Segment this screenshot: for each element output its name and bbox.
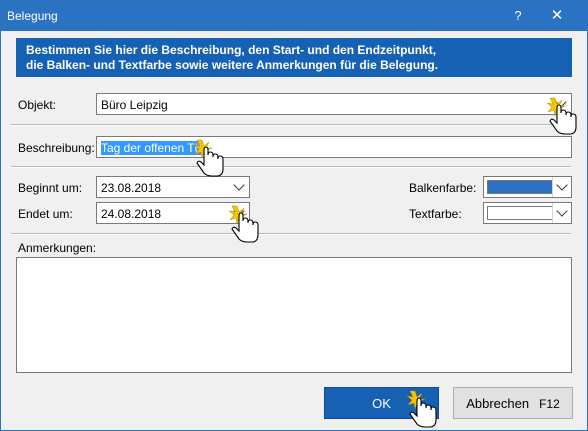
divider	[11, 166, 571, 168]
chevron-down-icon[interactable]	[233, 179, 245, 191]
window-title: Belegung	[7, 9, 58, 23]
objekt-label: Objekt:	[18, 98, 57, 112]
textfarbe-picker[interactable]	[483, 202, 572, 224]
help-button[interactable]: ?	[502, 1, 534, 31]
chevron-down-icon[interactable]	[556, 205, 568, 217]
beschreibung-label: Beschreibung:	[18, 141, 95, 155]
textfarbe-dropdown[interactable]	[552, 203, 571, 223]
banner-line-2: die Balken- und Textfarbe sowie weitere …	[26, 58, 439, 72]
cancel-button[interactable]: Abbrechen F12	[453, 387, 573, 419]
chevron-down-icon[interactable]	[556, 179, 568, 191]
divider	[11, 124, 571, 126]
anmerkungen-textarea[interactable]	[16, 257, 572, 373]
balkenfarbe-picker[interactable]	[483, 176, 572, 198]
anmerkungen-label: Anmerkungen:	[18, 241, 97, 255]
endet-date-picker[interactable]: 24.08.2018	[96, 202, 250, 224]
belegung-dialog: Belegung ? ✕ Bestimmen Sie hier die Besc…	[0, 0, 588, 431]
beschreibung-value: Tag der offenen Tü	[101, 141, 202, 155]
hand-pointer-click-icon	[547, 97, 577, 135]
hand-pointer-click-icon	[407, 390, 437, 428]
beginnt-value: 23.08.2018	[101, 181, 162, 195]
divider	[11, 233, 571, 235]
objekt-value: Büro Leipzig	[101, 98, 168, 112]
balkenfarbe-dropdown[interactable]	[552, 177, 571, 197]
endet-value: 24.08.2018	[101, 207, 162, 221]
banner-line-1: Bestimmen Sie hier die Beschreibung, den…	[26, 43, 437, 57]
title-bar: Belegung ? ✕	[1, 1, 587, 31]
textfarbe-label: Textfarbe:	[409, 207, 462, 221]
cancel-label: Abbrechen	[466, 396, 530, 411]
objekt-combobox[interactable]: Büro Leipzig	[96, 93, 572, 115]
balkenfarbe-label: Balkenfarbe:	[409, 181, 477, 195]
info-banner: Bestimmen Sie hier die Beschreibung, den…	[16, 38, 572, 77]
beginnt-label: Beginnt um:	[18, 181, 83, 195]
balkenfarbe-swatch	[487, 180, 553, 194]
endet-label: Endet um:	[18, 207, 73, 221]
cancel-shortcut: F12	[539, 397, 560, 411]
close-button[interactable]: ✕	[541, 1, 573, 31]
textfarbe-swatch	[487, 206, 553, 220]
hand-pointer-click-icon	[229, 205, 259, 243]
hand-pointer-click-icon	[194, 139, 224, 177]
beginnt-date-picker[interactable]: 23.08.2018	[96, 176, 250, 198]
ok-label: OK	[372, 396, 391, 411]
beschreibung-input[interactable]: Tag der offenen Tü	[96, 136, 572, 158]
